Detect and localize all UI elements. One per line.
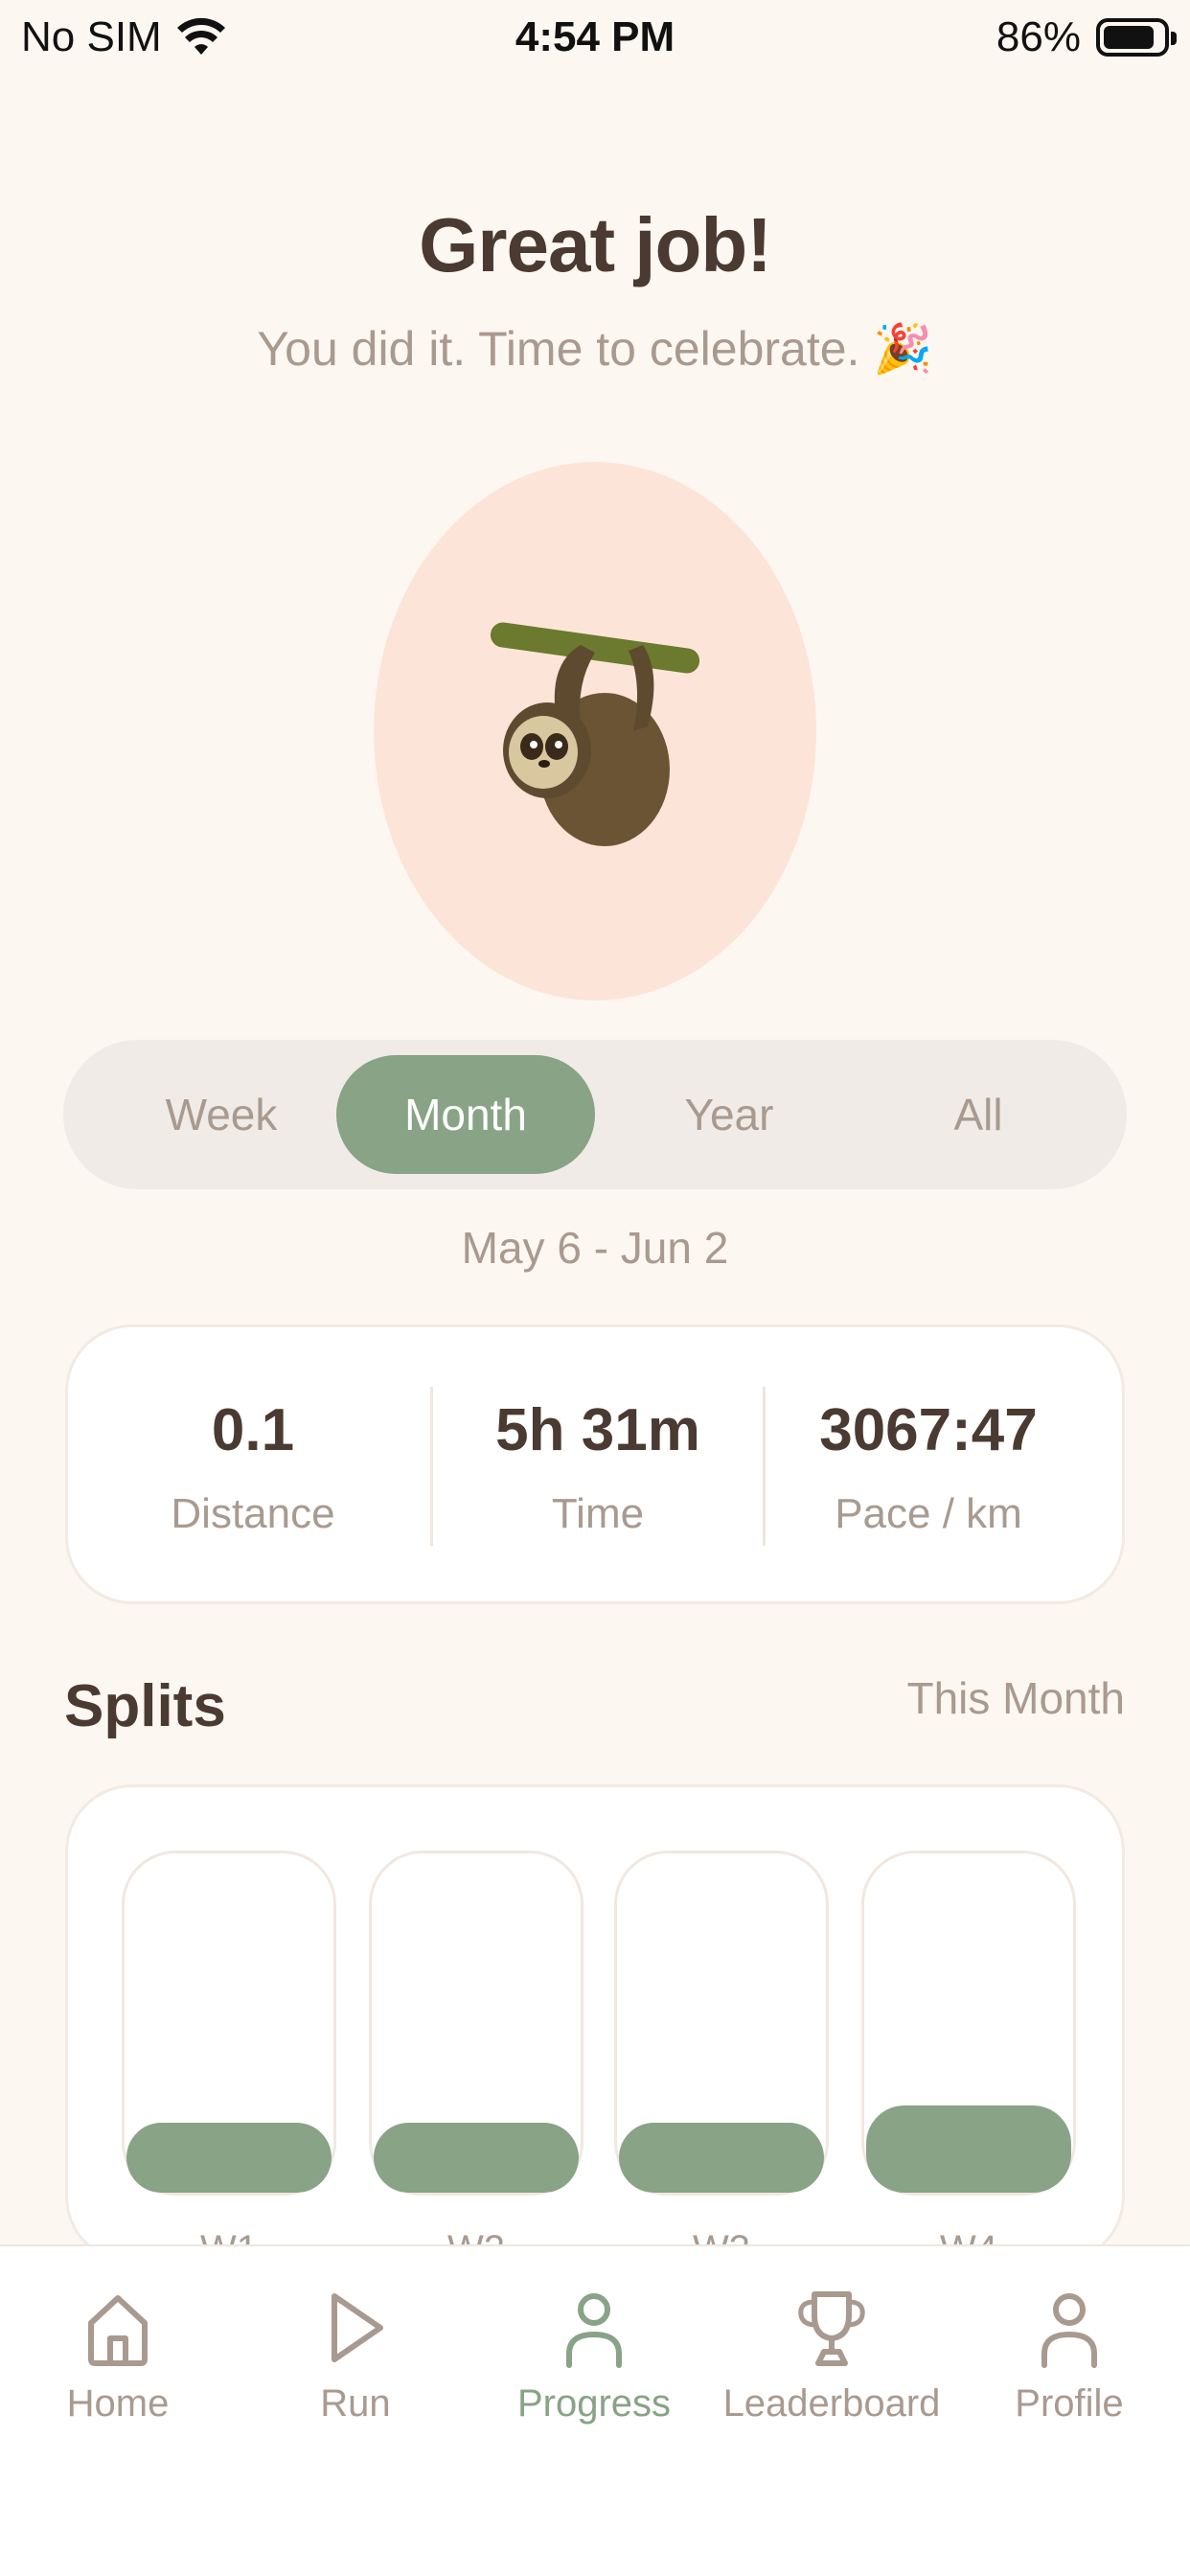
stat-time: 5h 31m Time [432, 1327, 764, 1601]
tab-label: Leaderboard [722, 2382, 941, 2425]
splits-period: This Month [906, 1673, 1125, 1723]
celebration-avatar [374, 462, 816, 1000]
split-bar-fill [126, 2123, 332, 2193]
stat-label: Pace / km [835, 1490, 1022, 1537]
period-selector: Week Month Year All [63, 1040, 1127, 1189]
splits-card: W1W2W3W4 [65, 1784, 1125, 2264]
person-icon [566, 2293, 622, 2368]
stat-label: Time [551, 1490, 645, 1537]
page-title: Great job! [419, 202, 772, 288]
play-icon [332, 2293, 383, 2362]
date-range: May 6 - Jun 2 [461, 1223, 729, 1273]
trophy-icon [798, 2291, 865, 2366]
stat-label: Distance [171, 1490, 335, 1537]
tab-home[interactable]: Home [3, 2285, 233, 2426]
tab-progress[interactable]: Progress [479, 2285, 709, 2426]
sloth-icon [490, 622, 700, 846]
split-bar-fill [619, 2123, 824, 2193]
status-right: 86% [995, 13, 1177, 61]
stats-card: 0.1 Distance 5h 31m Time 3067:47 Pace / … [65, 1324, 1125, 1604]
stat-value: 5h 31m [495, 1397, 700, 1463]
battery-icon [1096, 18, 1177, 57]
screen: No SIM 4:54 PM 86% Great job! You did it… [0, 0, 1190, 2576]
tab-bar: Home Run Progress Leaderboard Profile [0, 2244, 1190, 2576]
tab-leaderboard[interactable]: Leaderboard [717, 2285, 947, 2426]
stat-distance: 0.1 Distance [87, 1327, 419, 1601]
home-icon [88, 2295, 148, 2366]
split-bar-fill [374, 2123, 579, 2193]
stat-value: 0.1 [211, 1397, 295, 1463]
battery-percent: 86% [995, 13, 1081, 60]
person-icon [1041, 2293, 1097, 2368]
status-bar: No SIM 4:54 PM 86% [0, 0, 1190, 80]
tab-label: Progress [516, 2382, 672, 2425]
splits-title: Splits [64, 1673, 226, 1739]
stat-pace: 3067:47 Pace / km [763, 1327, 1094, 1601]
split-bar-track [614, 1851, 829, 2196]
tab-year[interactable]: Year [600, 1055, 858, 1174]
tab-label: Profile [1015, 2382, 1124, 2425]
stat-value: 3067:47 [819, 1397, 1038, 1463]
tab-all[interactable]: All [858, 1055, 1098, 1174]
page-subtitle: You did it. Time to celebrate. 🎉 [257, 322, 933, 376]
battery-fill [1104, 26, 1154, 49]
tab-label: Run [320, 2382, 391, 2425]
split-bar-track [861, 1851, 1076, 2196]
tab-profile[interactable]: Profile [954, 2285, 1184, 2426]
tab-week[interactable]: Week [102, 1055, 341, 1174]
split-bar-track [369, 1851, 584, 2196]
tab-run[interactable]: Run [240, 2285, 470, 2426]
split-bar-fill [866, 2105, 1071, 2193]
tab-month[interactable]: Month [336, 1055, 595, 1174]
tab-label: Home [66, 2382, 170, 2425]
split-bar-track [122, 1851, 336, 2196]
